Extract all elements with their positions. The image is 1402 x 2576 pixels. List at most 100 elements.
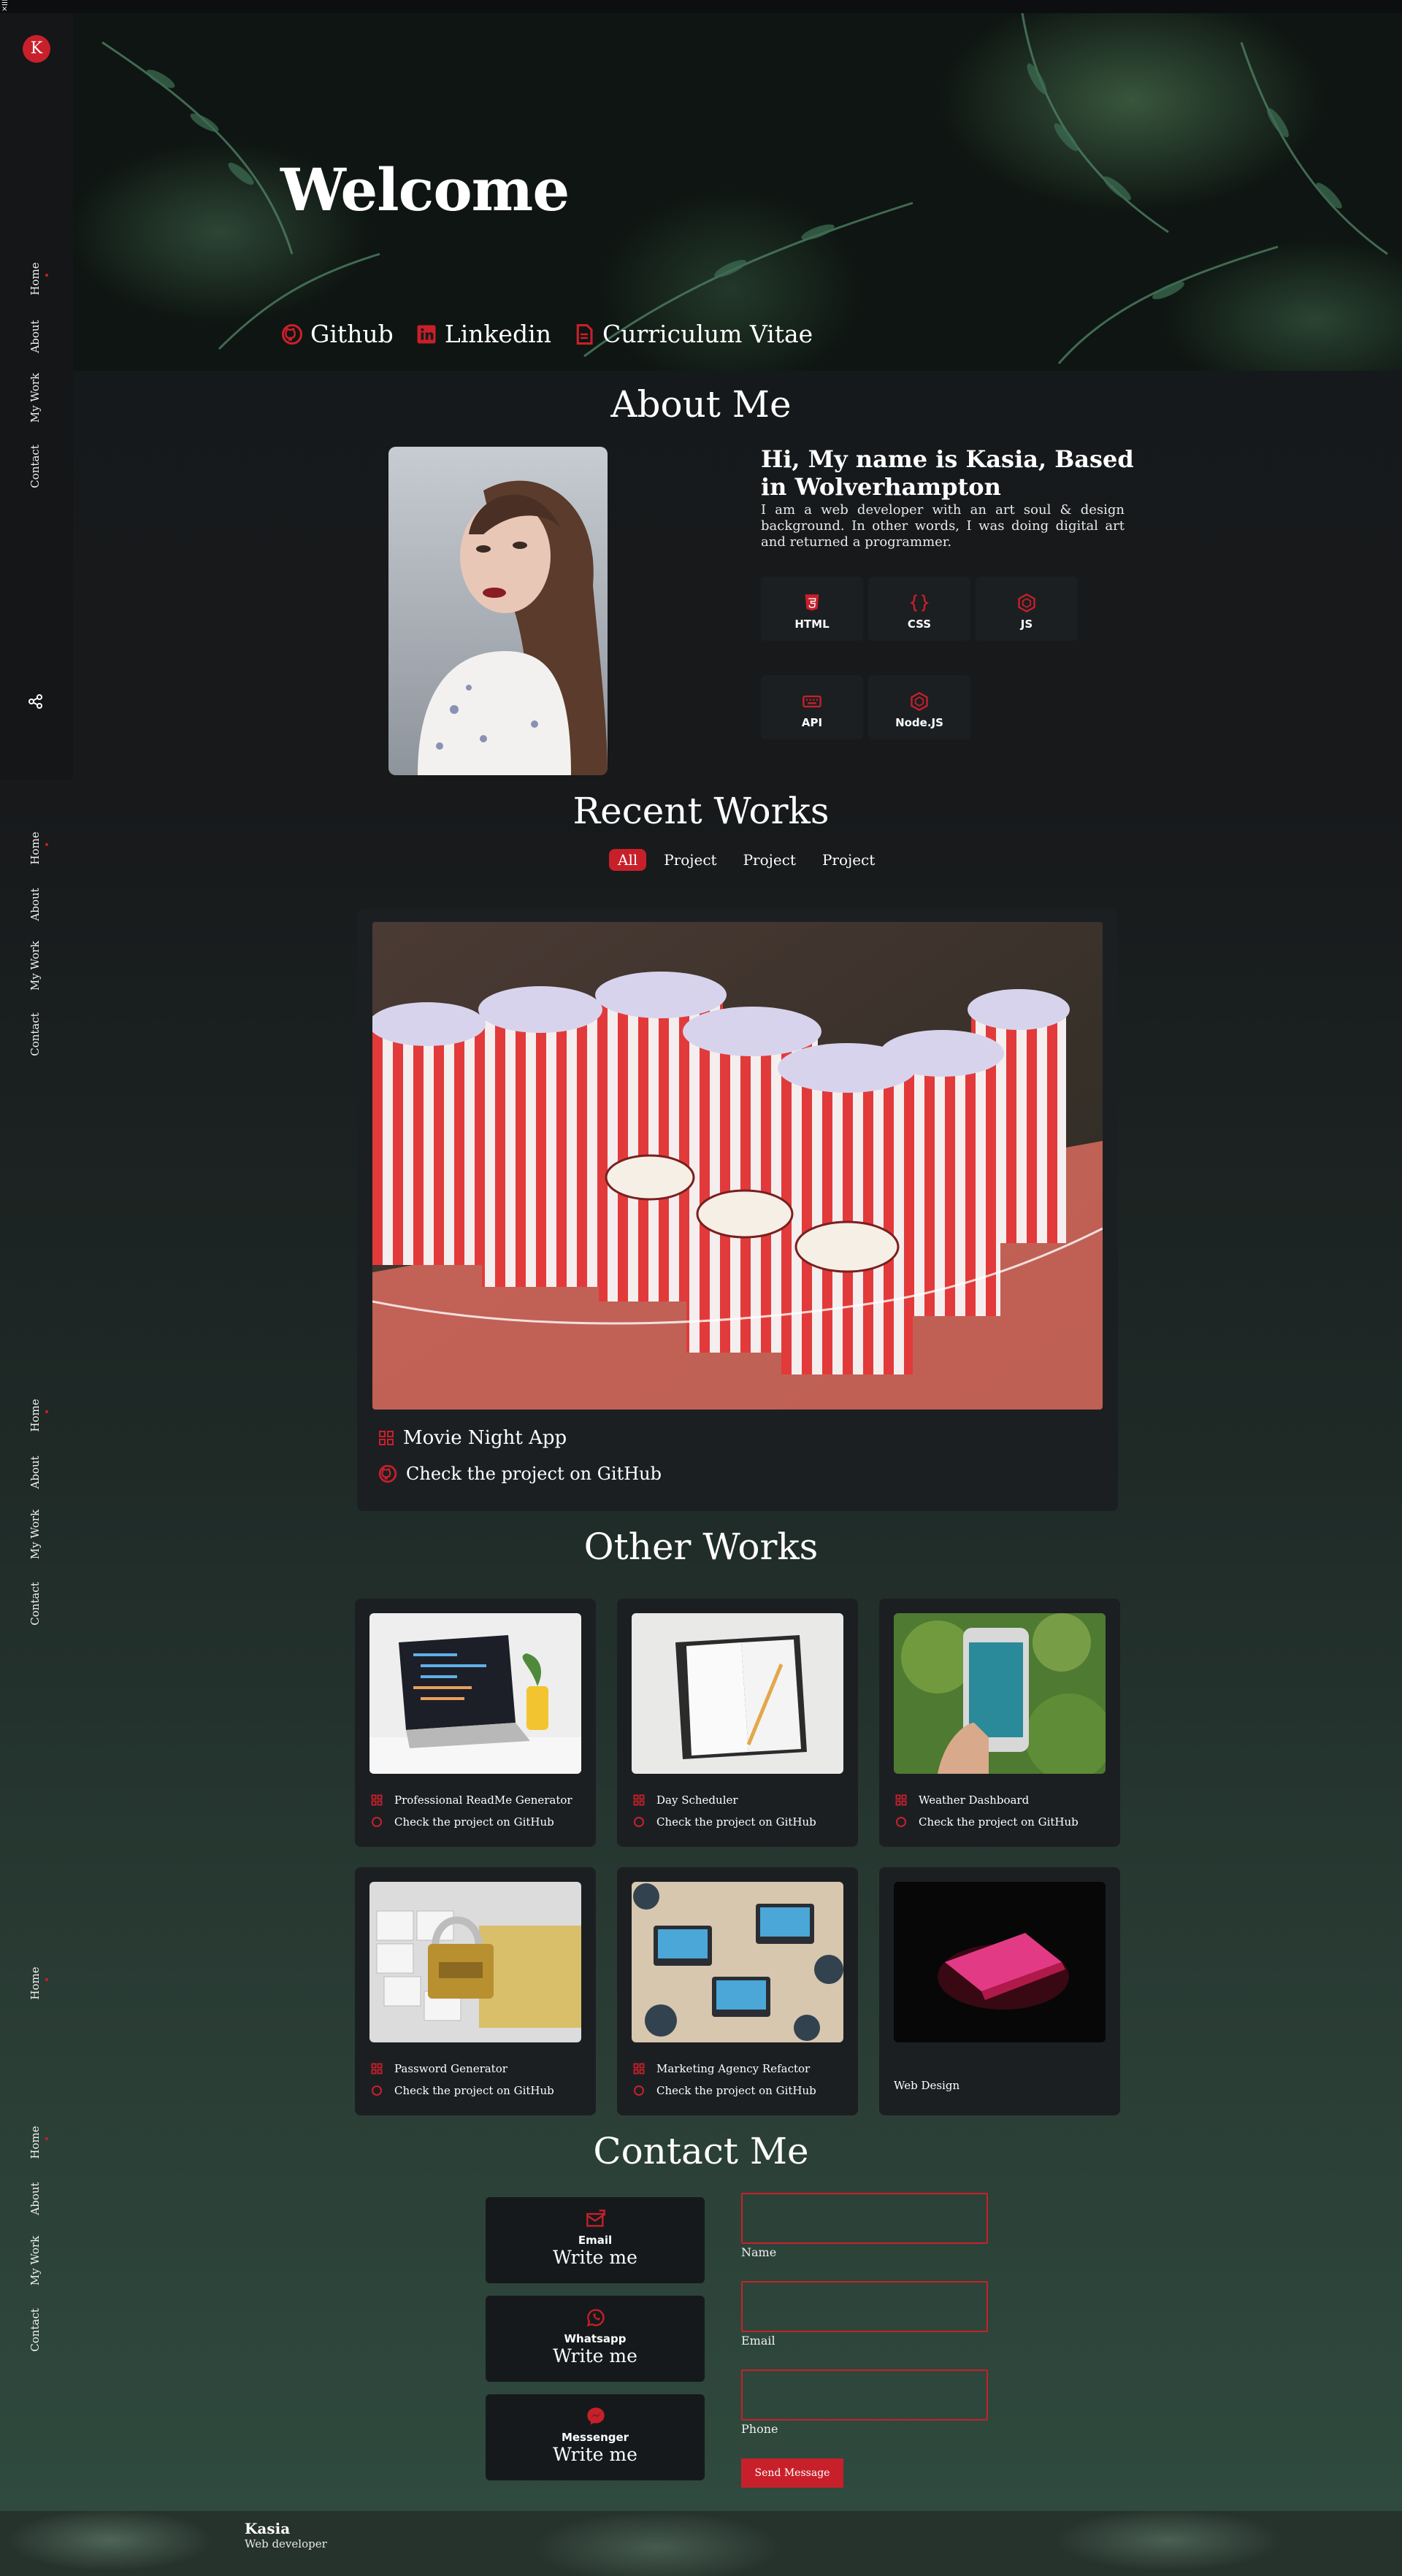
braces-icon <box>909 594 930 612</box>
skill-label: CSS <box>907 618 932 631</box>
filter-project[interactable]: Project <box>735 849 805 871</box>
work-name-line: Professional ReadMe Generator <box>371 1793 572 1807</box>
contact-card-sub: Write me <box>553 2247 637 2268</box>
work-name: Marketing Agency Refactor <box>656 2062 811 2075</box>
github-icon <box>634 1817 644 1827</box>
document-icon <box>576 323 593 345</box>
work-link[interactable]: Check the project on GitHub <box>371 2084 554 2097</box>
contact-card-sub: Write me <box>553 2345 637 2367</box>
contact-card-whatsapp[interactable]: Whatsapp Write me <box>486 2296 705 2382</box>
email-field-label: Email <box>741 2334 775 2348</box>
close-glyph: × <box>1 5 8 13</box>
nav-active-dot <box>45 1410 48 1413</box>
work-name: Password Generator <box>394 2062 507 2075</box>
mail-icon <box>586 2210 605 2227</box>
work-link-label: Check the project on GitHub <box>656 1815 816 1829</box>
portrait-photo <box>388 447 608 775</box>
nav-about[interactable]: About <box>28 888 42 920</box>
nav-home[interactable]: Home <box>28 1399 42 1431</box>
work-name: Weather Dashboard <box>919 1793 1030 1807</box>
contact-card-email[interactable]: Email Write me <box>486 2197 705 2283</box>
name-field[interactable] <box>741 2193 988 2244</box>
work-card: Password Generator Check the project on … <box>355 1867 596 2115</box>
logo[interactable]: K <box>23 35 50 63</box>
hexagon-icon <box>911 691 928 712</box>
email-field[interactable] <box>741 2281 988 2332</box>
popcorn-photo <box>372 922 1103 1410</box>
nav-contact[interactable]: Contact <box>28 445 42 488</box>
grid-icon <box>371 2063 383 2075</box>
grid-icon <box>895 1794 907 1806</box>
work-card: Web Design <box>879 1867 1120 2115</box>
work-card: Day Scheduler Check the project on GitHu… <box>617 1599 858 1847</box>
linkedin-link[interactable]: Linkedin <box>415 320 551 348</box>
contact-card-label: Email <box>578 2234 613 2247</box>
github-icon <box>372 2085 382 2096</box>
featured-project-link-label: Check the project on GitHub <box>406 1464 662 1484</box>
html5-icon <box>805 594 819 611</box>
filter-project[interactable]: Project <box>655 849 725 871</box>
filter-project[interactable]: Project <box>813 849 884 871</box>
work-name-line: Web Design <box>894 2079 959 2092</box>
grid-icon <box>633 1794 645 1806</box>
skill-label: JS <box>1020 618 1033 631</box>
work-link[interactable]: Check the project on GitHub <box>633 1815 816 1829</box>
hero-title: Welcome <box>280 155 570 224</box>
project-filters: All Project Project Project <box>609 849 884 871</box>
skill-label: API <box>801 716 823 729</box>
github-icon <box>281 323 303 345</box>
hexagon-icon <box>1018 593 1035 613</box>
work-link[interactable]: Check the project on GitHub <box>895 1815 1079 1829</box>
cv-link[interactable]: Curriculum Vitae <box>573 320 813 348</box>
grid-icon <box>633 2063 645 2075</box>
work-link-label: Check the project on GitHub <box>656 2084 816 2097</box>
skill-api: API <box>761 675 863 739</box>
linkedin-link-label: Linkedin <box>444 320 551 348</box>
grid-icon <box>379 1431 394 1445</box>
nav-about[interactable]: About <box>28 320 42 353</box>
nav-work[interactable]: My Work <box>28 941 42 991</box>
github-link[interactable]: Github <box>281 320 394 348</box>
top-bar: ☰ × <box>0 0 1402 13</box>
share-icon[interactable] <box>28 693 44 710</box>
work-link[interactable]: Check the project on GitHub <box>633 2084 816 2097</box>
work-name: Web Design <box>894 2079 960 2092</box>
contact-card-messenger[interactable]: Messenger Write me <box>486 2394 705 2480</box>
hero-banner: Welcome Github Linkedin Curriculum Vitae <box>73 13 1402 371</box>
nav-home[interactable]: Home <box>28 831 42 864</box>
menu-icon[interactable]: ☰ × <box>1 0 10 13</box>
nav-home[interactable]: Home <box>28 1966 42 1999</box>
skill-js: JS <box>976 577 1078 641</box>
contact-card-sub: Write me <box>553 2444 637 2465</box>
recent-works-title: Recent Works <box>572 790 830 832</box>
featured-project-card: Movie Night App Check the project on Git… <box>357 909 1118 1511</box>
footer: Kasia Web developer <box>0 2511 1402 2576</box>
work-name-line: Weather Dashboard <box>895 1793 1029 1807</box>
nav-about[interactable]: About <box>28 1456 42 1488</box>
nav-contact[interactable]: Contact <box>28 1582 42 1626</box>
footer-name: Kasia <box>245 2520 291 2537</box>
nav-home[interactable]: Home <box>28 262 42 295</box>
phone-field[interactable] <box>741 2369 988 2421</box>
pink-laptop-photo <box>894 1882 1106 2042</box>
featured-project-link[interactable]: Check the project on GitHub <box>378 1464 662 1484</box>
fern-background-image <box>101 13 1388 364</box>
nav-work[interactable]: My Work <box>28 2236 42 2285</box>
work-link-label: Check the project on GitHub <box>919 1815 1079 1829</box>
work-name: Day Scheduler <box>656 1793 738 1807</box>
nav-contact[interactable]: Contact <box>28 1012 42 1056</box>
nav-contact[interactable]: Contact <box>28 2308 42 2352</box>
work-card: Weather Dashboard Check the project on G… <box>879 1599 1120 1847</box>
work-name-line: Password Generator <box>371 2062 507 2075</box>
work-name-line: Marketing Agency Refactor <box>633 2062 810 2075</box>
skill-node: Node.JS <box>868 675 970 739</box>
contact-card-label: Whatsapp <box>564 2332 627 2345</box>
work-link-label: Check the project on GitHub <box>394 1815 554 1829</box>
nav-about[interactable]: About <box>28 2182 42 2215</box>
featured-project-title: Movie Night App <box>403 1427 567 1449</box>
github-icon <box>372 1817 382 1827</box>
work-link[interactable]: Check the project on GitHub <box>371 1815 554 1829</box>
filter-all[interactable]: All <box>609 849 647 871</box>
send-message-button[interactable]: Send Message <box>741 2458 843 2488</box>
cv-link-label: Curriculum Vitae <box>602 320 813 348</box>
